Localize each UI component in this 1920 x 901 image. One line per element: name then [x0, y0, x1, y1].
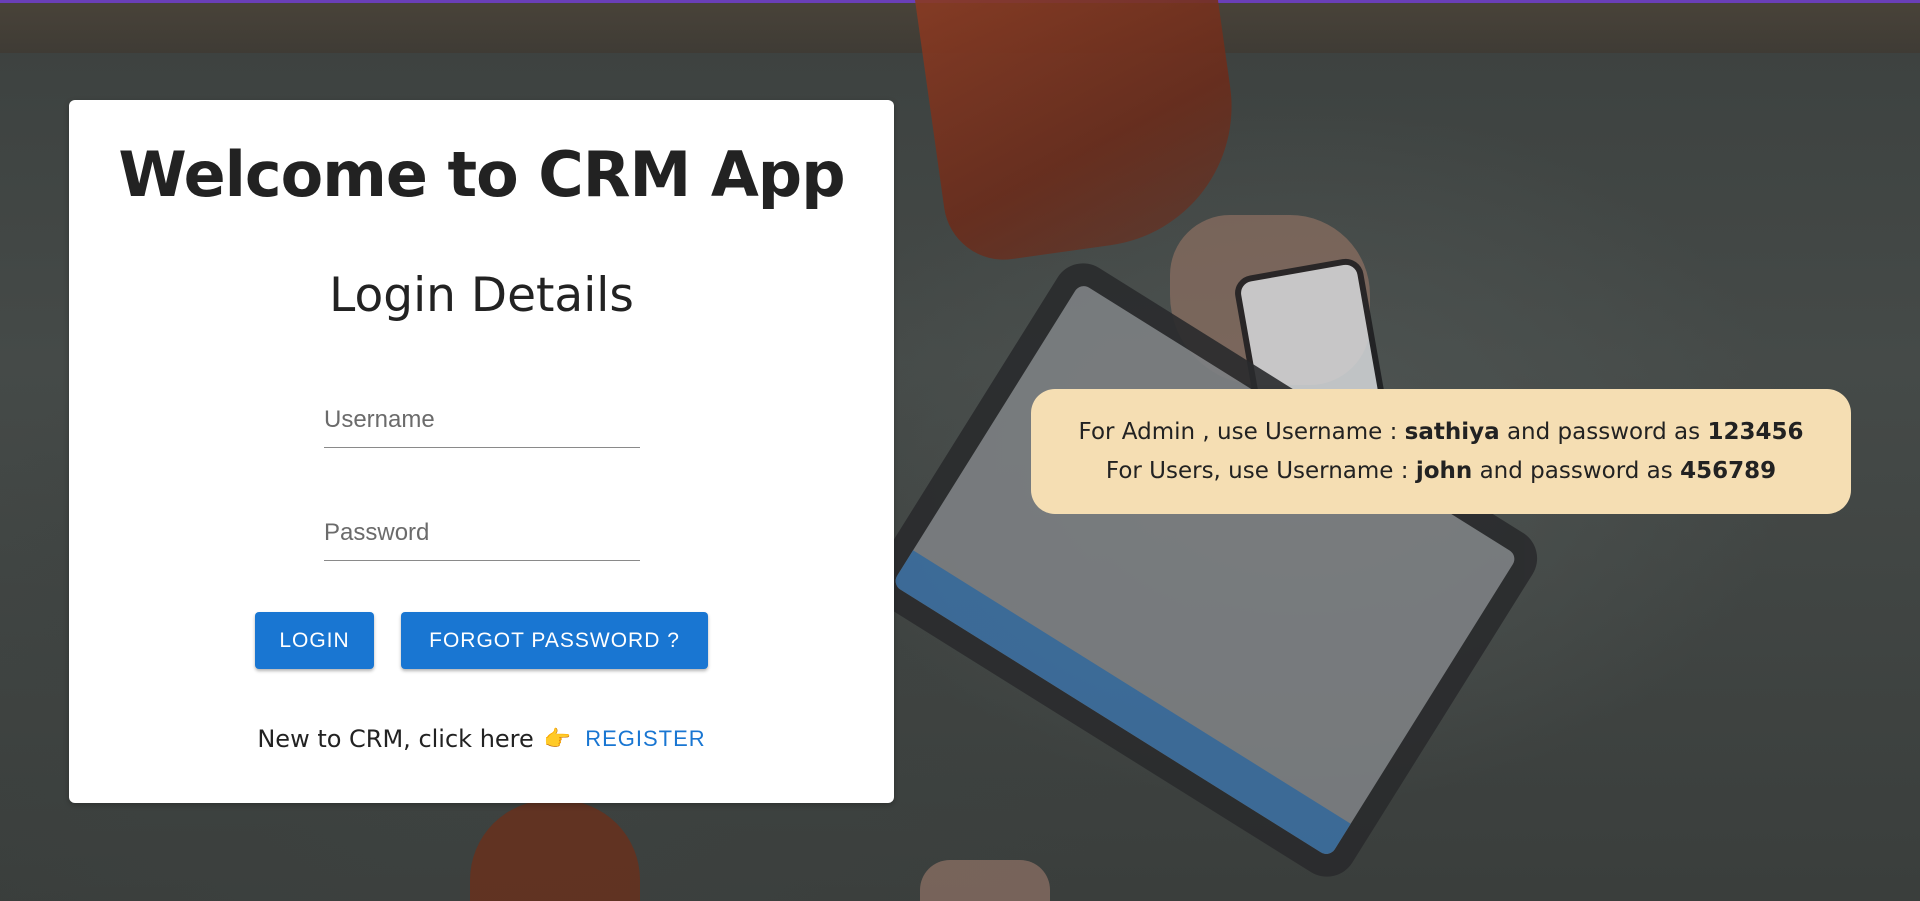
admin-password: 123456 [1707, 418, 1804, 445]
register-row: New to CRM, click here 👉 REGISTER [69, 725, 894, 753]
background-fingers [920, 860, 1050, 901]
admin-middle: and password as [1499, 418, 1708, 445]
users-credentials-line: For Users, use Username : john and passw… [1106, 452, 1776, 491]
users-password: 456789 [1680, 457, 1777, 484]
admin-username: sathiya [1404, 418, 1500, 445]
backhand-index-pointing-right-icon: 👉 [543, 726, 572, 751]
users-username: john [1415, 457, 1473, 484]
register-link[interactable]: REGISTER [585, 726, 705, 752]
admin-credentials-line: For Admin , use Username : sathiya and p… [1079, 413, 1804, 452]
register-prompt: New to CRM, click here [257, 725, 534, 753]
admin-prefix: For Admin , use Username : [1078, 418, 1405, 445]
credentials-info-box: For Admin , use Username : sathiya and p… [1031, 389, 1851, 514]
forgot-password-button[interactable]: FORGOT PASSWORD ? [401, 612, 708, 669]
users-middle: and password as [1472, 457, 1681, 484]
login-details-heading: Login Details [329, 268, 634, 323]
login-card: Welcome to CRM App Login Details LOGIN F… [69, 100, 894, 803]
page-title: Welcome to CRM App [118, 138, 845, 211]
password-input[interactable] [324, 513, 640, 561]
login-button[interactable]: LOGIN [255, 612, 374, 669]
users-prefix: For Users, use Username : [1105, 457, 1416, 484]
username-input[interactable] [324, 400, 640, 448]
